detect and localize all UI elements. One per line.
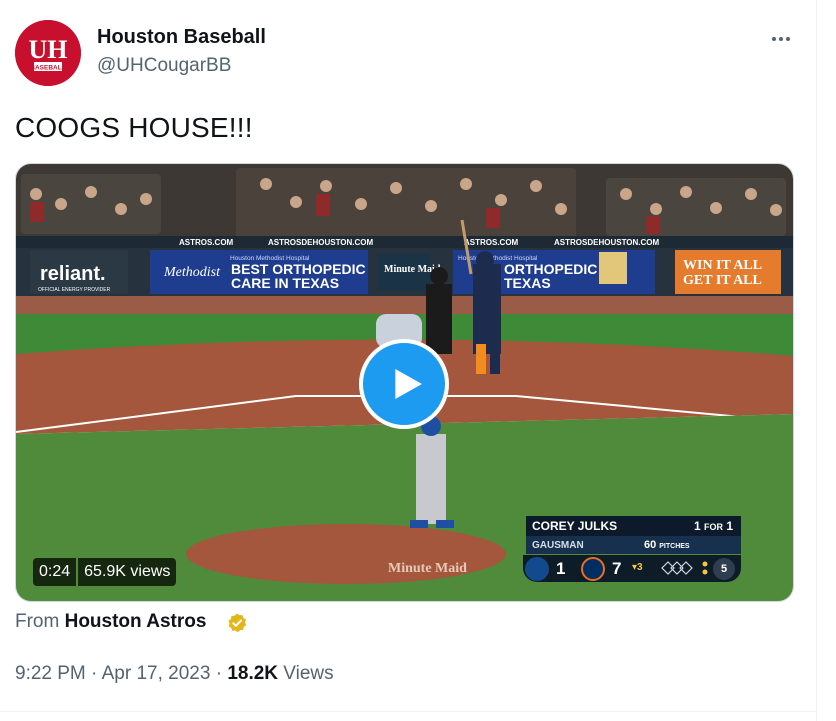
- play-icon: [395, 369, 422, 399]
- scoreboard-overlay: COREY JULKS 1 FOR 1 GAUSMAN 60 PITCHES 1 …: [523, 516, 741, 583]
- batter-name: COREY JULKS: [532, 519, 618, 533]
- avatar[interactable]: UH BASEBALL: [15, 20, 81, 86]
- svg-text:GET IT ALL: GET IT ALL: [683, 273, 762, 288]
- tweet-text: COOGS HOUSE!!!: [15, 112, 253, 143]
- svg-text:ASTROS.COM: ASTROS.COM: [179, 238, 234, 247]
- play-button[interactable]: [359, 339, 449, 429]
- tweet-time[interactable]: 9:22 PM: [15, 663, 86, 684]
- scoreboard-pitcher-row: GAUSMAN 60 PITCHES: [526, 536, 741, 554]
- views-count: 18.2K: [227, 663, 279, 684]
- svg-text:TEXAS: TEXAS: [504, 275, 551, 291]
- video-player[interactable]: ASTROS.COM ASTROSDEHOUSTON.COM ASTROS.CO…: [15, 163, 794, 602]
- svg-text:Methodist: Methodist: [163, 265, 221, 280]
- video-stats: 0:24 65.9K views: [33, 558, 177, 586]
- astros-logo-icon: [581, 557, 605, 581]
- blue-jays-logo-icon: [525, 557, 549, 581]
- tweet-date[interactable]: Apr 17, 2023: [102, 663, 211, 684]
- bases-diamond-icon: [661, 561, 693, 575]
- svg-text:Minute Maid: Minute Maid: [388, 561, 467, 576]
- scoreboard-score-row: 1 7 ▾3 5: [523, 555, 741, 582]
- attribution: From Houston Astros: [15, 611, 206, 633]
- home-score: 7: [612, 559, 622, 578]
- attribution-prefix: From: [15, 611, 60, 632]
- attribution-source[interactable]: Houston Astros: [65, 611, 207, 632]
- svg-text:reliant.: reliant.: [40, 263, 106, 285]
- svg-text:ASTROSDEHOUSTON.COM: ASTROSDEHOUSTON.COM: [554, 238, 660, 247]
- svg-text:CARE IN TEXAS: CARE IN TEXAS: [231, 275, 339, 291]
- divider: [0, 711, 816, 712]
- tweet-meta: 9:22 PM · Apr 17, 2023 · 18.2K Views: [15, 663, 334, 685]
- batter-stat: 1 FOR 1: [693, 519, 733, 533]
- away-score: 1: [556, 559, 566, 578]
- svg-text:UH: UH: [29, 35, 68, 64]
- svg-text:OFFICIAL ENERGY PROVIDER: OFFICIAL ENERGY PROVIDER: [38, 287, 111, 293]
- author-handle[interactable]: @UHCougarBB: [97, 55, 231, 77]
- inning: ▾3: [632, 562, 643, 573]
- svg-text:WIN IT ALL: WIN IT ALL: [683, 258, 762, 273]
- scoreboard-batter-row: COREY JULKS 1 FOR 1: [526, 516, 741, 536]
- separator: ·: [215, 663, 223, 684]
- verified-gold-badge-icon: [228, 613, 247, 633]
- separator: ·: [91, 663, 98, 684]
- column-border: [816, 0, 817, 721]
- more-icon[interactable]: [768, 26, 794, 52]
- views-label: Views: [283, 663, 334, 684]
- video-duration: 0:24: [33, 558, 77, 586]
- pitch-count: 60 PITCHES: [644, 539, 690, 551]
- outs-indicator-icon: [702, 561, 708, 575]
- author-name[interactable]: Houston Baseball: [97, 26, 266, 49]
- video-views: 65.9K views: [78, 558, 177, 586]
- uh-logo-icon: UH BASEBALL: [15, 20, 81, 86]
- svg-text:ASTROS.COM: ASTROS.COM: [464, 238, 519, 247]
- count-badge: 5: [713, 558, 735, 580]
- svg-text:BASEBALL: BASEBALL: [30, 65, 65, 72]
- pitcher-name: GAUSMAN: [532, 539, 584, 551]
- svg-text:ASTROSDEHOUSTON.COM: ASTROSDEHOUSTON.COM: [268, 238, 374, 247]
